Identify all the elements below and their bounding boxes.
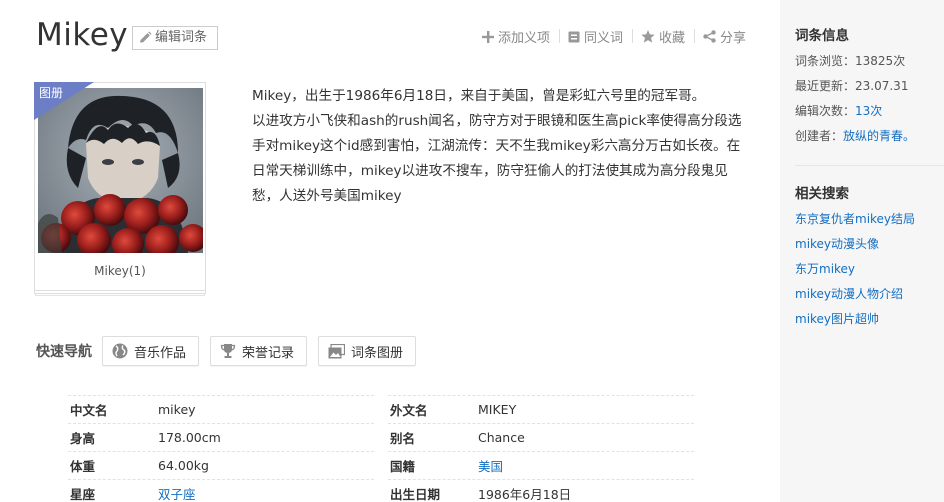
basic-info-key: 出生日期: [390, 487, 441, 502]
favorite-button[interactable]: 收藏: [631, 27, 694, 46]
summary-paragraph: 以进攻方小飞侠和ash的rush闻名，防守方对于眼镜和医生高pick率使得高分段…: [252, 113, 742, 204]
updated-value: 23.07.31: [855, 79, 909, 93]
basic-info-left-column: 中文名 mikey 身高 178.00cm 体重 64.00kg 星座 双子座: [68, 395, 374, 502]
share-label: 分享: [719, 31, 746, 46]
basic-info-row: 出生日期 1986年6月18日: [388, 479, 694, 502]
nationality-link[interactable]: 美国: [478, 456, 503, 475]
edit-count-link[interactable]: 13次: [855, 104, 882, 118]
synonym-label: 同义词: [583, 31, 623, 46]
basic-info-key: 外文名: [390, 403, 428, 418]
basic-info-value: MIKEY: [478, 402, 517, 417]
trophy-icon: [220, 344, 236, 358]
summary-paragraph: Mikey，出生于1986年6月18日，来自于美国，曾是彩虹六号里的冠军哥。: [252, 88, 706, 104]
constellation-link[interactable]: 双子座: [158, 484, 196, 502]
basic-info-row: 国籍 美国: [388, 451, 694, 479]
basic-info-key: 体重: [70, 459, 96, 474]
quicknav-label: 快速导航: [36, 344, 92, 360]
related-search-title: 相关搜索: [795, 186, 849, 202]
honors-button[interactable]: 荣誉记录: [210, 336, 308, 366]
edits-label: 编辑次数：: [795, 104, 856, 118]
basic-info-key: 身高: [70, 431, 96, 446]
quick-navigation: 快速导航 音乐作品 荣誉记录 词条图册: [36, 336, 427, 366]
related-search-panel: 相关搜索 东京复仇者mikey结局 mikey动漫头像 东万mikey mike…: [795, 182, 915, 327]
globe-icon: [112, 343, 128, 359]
favorite-label: 收藏: [658, 31, 685, 46]
basic-info-value: 64.00kg: [158, 458, 209, 473]
basic-info-row: 星座 双子座: [68, 479, 374, 502]
album-caption: Mikey(1): [94, 264, 146, 278]
entry-album-button[interactable]: 词条图册: [318, 336, 417, 366]
related-search-link[interactable]: 东万mikey: [795, 261, 915, 277]
album-badge-label: 图册: [39, 86, 64, 100]
add-meaning-label: 添加义项: [497, 31, 550, 46]
basic-info-right-column: 外文名 MIKEY 别名 Chance 国籍 美国 出生日期 1986年6月18日: [388, 395, 694, 502]
honors-label: 荣誉记录: [242, 345, 295, 361]
sidebar-divider: [795, 165, 944, 166]
basic-info-value: mikey: [158, 402, 196, 417]
entry-album-label: 词条图册: [351, 345, 404, 361]
creator-link[interactable]: 放纵的青春。: [843, 129, 915, 143]
related-search-link[interactable]: mikey动漫头像: [795, 236, 915, 252]
sidebar: 词条信息 词条浏览：13825次 最近更新：23.07.31 编辑次数：13次 …: [780, 0, 944, 502]
music-works-label: 音乐作品: [134, 345, 187, 361]
star-icon: [641, 30, 655, 43]
related-search-link[interactable]: 东京复仇者mikey结局: [795, 211, 915, 227]
album-badge: 图册: [34, 82, 94, 120]
updated-label: 最近更新：: [795, 79, 856, 93]
basic-info-value: Chance: [478, 430, 525, 445]
basic-info-key: 别名: [390, 431, 416, 446]
album-card[interactable]: 图册 Mikey(1): [34, 82, 206, 291]
basic-info-row: 中文名 mikey: [68, 395, 374, 423]
basic-info-key: 国籍: [390, 459, 416, 474]
basic-info-key: 星座: [70, 487, 96, 502]
entry-info-title: 词条信息: [795, 28, 849, 44]
creator-label: 创建者：: [795, 129, 844, 143]
share-button[interactable]: 分享: [693, 27, 746, 46]
synonym-button[interactable]: 同义词: [558, 27, 632, 46]
album-icon: [328, 343, 346, 358]
basic-info-row: 外文名 MIKEY: [388, 395, 694, 423]
entry-actions: 添加义项 同义词 收藏 分享: [473, 27, 746, 46]
basic-info-row: 别名 Chance: [388, 423, 694, 451]
synonym-icon: [568, 31, 580, 42]
basic-info-value: 178.00cm: [158, 430, 221, 445]
pencil-icon: [140, 31, 152, 43]
views-stat: 词条浏览：13825次: [795, 53, 915, 69]
entry-summary: Mikey，出生于1986年6月18日，来自于美国，曾是彩虹六号里的冠军哥。 以…: [252, 84, 752, 209]
views-label: 词条浏览：: [795, 54, 856, 68]
related-search-link[interactable]: mikey图片超帅: [795, 311, 915, 327]
last-updated-stat: 最近更新：23.07.31: [795, 78, 915, 94]
main-content: Mikey 编辑词条 添加义项 同义词 收藏 分享 图册 Mikey(1) Mi…: [0, 0, 780, 502]
basic-info-row: 体重 64.00kg: [68, 451, 374, 479]
related-search-link[interactable]: mikey动漫人物介绍: [795, 286, 915, 302]
basic-info-key: 中文名: [70, 403, 108, 418]
creator-stat: 创建者：放纵的青春。: [795, 128, 915, 144]
edit-count-stat: 编辑次数：13次: [795, 103, 915, 119]
entry-info-panel: 词条信息 词条浏览：13825次 最近更新：23.07.31 编辑次数：13次 …: [795, 24, 915, 144]
basic-info-value: 1986年6月18日: [478, 487, 572, 502]
edit-entry-button[interactable]: 编辑词条: [132, 26, 218, 50]
music-works-button[interactable]: 音乐作品: [102, 336, 200, 366]
views-value: 13825次: [855, 54, 906, 68]
edit-entry-label: 编辑词条: [155, 30, 208, 45]
share-icon: [703, 30, 716, 43]
page-title: Mikey: [36, 17, 129, 53]
basic-info-row: 身高 178.00cm: [68, 423, 374, 451]
add-meaning-button[interactable]: 添加义项: [473, 27, 559, 46]
plus-icon: [481, 30, 494, 43]
